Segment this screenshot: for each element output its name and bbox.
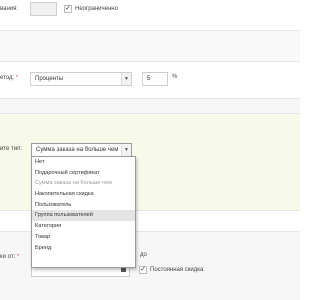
amount-input[interactable]: 5 xyxy=(142,72,168,86)
usage-limit-label: вания: xyxy=(0,6,18,12)
chevron-down-icon: ▼ xyxy=(121,73,131,85)
form-row-band xyxy=(0,99,300,113)
discount-type-select[interactable]: Сумма заказа на больше чем ▼ xyxy=(31,143,132,157)
discount-from-label-text: ки от: xyxy=(0,254,16,260)
dropdown-option[interactable]: Бренд xyxy=(32,243,135,254)
usage-limit-input[interactable] xyxy=(30,2,57,16)
chevron-down-icon: ▼ xyxy=(121,144,131,156)
method-label: етод: * xyxy=(0,75,18,81)
dropdown-option[interactable]: Товар xyxy=(32,232,135,243)
permanent-label: Постоянная скидка xyxy=(150,267,204,273)
dropdown-option: Сумма заказа на больше чем xyxy=(35,180,112,187)
discount-type-label: ите тип: xyxy=(0,146,23,152)
usage-limit-label-text: вания: xyxy=(0,6,19,12)
dropdown-option[interactable]: Категория xyxy=(32,221,135,232)
to-label: до xyxy=(140,252,147,258)
required-mark: * xyxy=(14,75,19,81)
dropdown-option[interactable]: Пользователь xyxy=(32,200,135,211)
dropdown-option[interactable]: Накопительная скидка xyxy=(32,189,135,200)
method-label-text: етод: xyxy=(0,75,15,81)
form-row-band xyxy=(0,31,300,61)
amount-input-value: 5 xyxy=(147,76,151,82)
percent-unit: % xyxy=(172,74,178,80)
discount-type-dropdown[interactable]: Нет Подарочный сертификат Сумма заказа на … xyxy=(31,156,136,268)
method-select-value: Проценты xyxy=(35,76,64,82)
required-mark: * xyxy=(15,254,20,260)
discount-from-label: ки от: * xyxy=(0,254,19,260)
method-select[interactable]: Проценты ▼ xyxy=(30,72,132,86)
unlimited-checkbox[interactable]: ✓ xyxy=(64,5,72,13)
dropdown-option[interactable]: Группа пользователей xyxy=(32,210,135,222)
unlimited-label: Неограниченно xyxy=(75,6,118,12)
discount-type-select-value: Сумма заказа на больше чем xyxy=(36,147,119,153)
permanent-checkbox[interactable]: ✓ xyxy=(139,266,147,274)
dropdown-option[interactable]: Нет xyxy=(32,157,135,168)
dropdown-option[interactable]: Подарочный сертификат xyxy=(32,168,135,179)
